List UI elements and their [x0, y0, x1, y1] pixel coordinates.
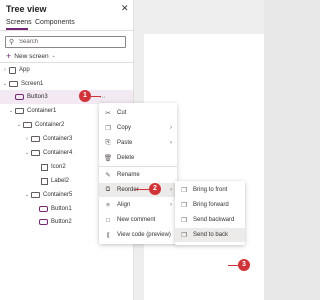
bring-forward-icon: ❐ [181, 202, 187, 209]
tree-item-label: Container1 [27, 108, 57, 114]
tab-screens[interactable]: Screens [6, 19, 32, 26]
menu-item-label: Copy [117, 125, 132, 131]
image-icon [41, 163, 48, 171]
step1-pointer [91, 96, 101, 98]
chevron-right-icon[interactable]: › [24, 136, 30, 142]
tree-item-label: Container2 [35, 122, 65, 128]
tabs-divider [0, 30, 134, 31]
tree-item-label: Screen1 [21, 81, 44, 87]
tree-item-label: Button3 [27, 94, 48, 100]
menu-item-label: Delete [117, 155, 135, 161]
scissors-icon: ✂ [105, 110, 111, 117]
menu-item-label: Paste [117, 140, 133, 146]
trash-icon: 🗑 [103, 155, 113, 162]
search-input[interactable] [19, 37, 123, 47]
tab-components[interactable]: Components [35, 19, 75, 26]
code-icon: ⟪ [106, 232, 110, 239]
label-icon [41, 177, 48, 185]
tree-item-label: Button1 [51, 206, 72, 212]
chevron-down-icon[interactable]: ⌄ [16, 122, 22, 128]
reorder-submenu: ❐ Bring to front ❐ Bring forward ❐ Send … [175, 181, 245, 245]
menu-item-copy[interactable]: ❐ Copy › [99, 121, 177, 135]
menu-item-delete[interactable]: 🗑 Delete [99, 151, 177, 165]
reorder-icon: ⧉ [105, 186, 111, 193]
comment-icon: □ [106, 216, 110, 224]
app-icon [9, 66, 16, 74]
step-badge-1: 1 [79, 90, 91, 102]
chevron-right-icon: › [170, 202, 172, 208]
menu-item-view-code[interactable]: ⟪ View code (preview) [99, 228, 177, 242]
step3-pointer [228, 265, 238, 267]
submenu-item-send-backward[interactable]: ❐ Send backward [175, 213, 245, 227]
menu-separator [99, 166, 177, 167]
submenu-item-send-to-back[interactable]: ❐ Send to back [175, 228, 245, 242]
copy-icon: ❐ [105, 125, 111, 132]
new-screen-button[interactable]: + New screen ⌄ [6, 51, 56, 61]
container-icon [31, 192, 40, 198]
submenu-item-bring-to-front[interactable]: ❐ Bring to front [175, 183, 245, 197]
button-icon [39, 219, 48, 225]
container-icon [31, 150, 40, 156]
menu-item-label: Cut [117, 110, 127, 116]
step-badge-3: 3 [238, 259, 250, 271]
tree-item-label: Container5 [43, 192, 73, 198]
menu-item-label: View code (preview) [117, 232, 171, 238]
menu-item-paste[interactable]: ⎘ Paste › [99, 136, 177, 150]
step-badge-2: 2 [149, 183, 161, 195]
tree-item-label: Label2 [51, 178, 70, 184]
menu-item-new-comment[interactable]: □ New comment [99, 213, 177, 227]
plus-icon: + [6, 51, 12, 61]
container-icon [31, 136, 40, 142]
close-icon[interactable]: ✕ [121, 3, 129, 13]
menu-item-cut[interactable]: ✂ Cut [99, 106, 177, 120]
chevron-down-icon[interactable]: ⌄ [8, 108, 14, 114]
search-box[interactable]: ⚲ [5, 36, 126, 48]
send-backward-icon: ❐ [181, 217, 187, 224]
tree-item-label: Container3 [43, 136, 73, 142]
tree-item-screen1[interactable]: ⌄ Screen1 [0, 77, 133, 91]
menu-item-label: New comment [117, 217, 156, 223]
screen-icon [9, 81, 18, 87]
step2-pointer [135, 189, 149, 191]
chevron-down-icon[interactable]: ⌄ [2, 81, 8, 87]
panel-title: Tree view [6, 4, 47, 14]
container-icon [15, 108, 24, 114]
chevron-right-icon: › [170, 187, 172, 193]
menu-item-rename[interactable]: ✎ Rename [99, 168, 177, 182]
tree-item-app[interactable]: › App [0, 63, 133, 77]
menu-item-align[interactable]: ≡ Align › [99, 198, 177, 212]
rename-icon: ✎ [105, 172, 111, 179]
tree-item-label: App [19, 67, 30, 73]
tree-item-label: Container4 [43, 150, 73, 156]
paste-icon: ⎘ [105, 139, 111, 146]
chevron-down-icon: ⌄ [51, 53, 56, 59]
menu-item-label: Send backward [193, 217, 235, 223]
chevron-right-icon: › [170, 125, 172, 131]
container-icon [23, 122, 32, 128]
tree-item-label: Button2 [51, 219, 72, 225]
menu-item-label: Bring to front [193, 187, 228, 193]
search-icon: ⚲ [9, 39, 15, 46]
send-to-back-icon: ❐ [181, 232, 187, 239]
menu-item-label: Rename [117, 172, 140, 178]
chevron-down-icon[interactable]: ⌄ [24, 150, 30, 156]
new-screen-label: New screen [14, 52, 49, 60]
submenu-item-bring-forward[interactable]: ❐ Bring forward [175, 198, 245, 212]
chevron-down-icon[interactable]: ⌄ [24, 192, 30, 198]
menu-item-label: Align [117, 202, 131, 208]
bring-to-front-icon: ❐ [181, 187, 187, 194]
chevron-right-icon: › [170, 140, 172, 146]
menu-item-label: Bring forward [193, 202, 229, 208]
button-icon [39, 206, 48, 212]
tree-item-button3[interactable]: Button3 ··· [0, 90, 133, 104]
chevron-right-icon[interactable]: › [2, 67, 8, 73]
menu-item-label: Send to back [193, 232, 229, 238]
align-icon: ≡ [106, 201, 110, 209]
button-icon [15, 94, 24, 100]
tree-item-label: Icon2 [51, 164, 66, 170]
context-menu: ✂ Cut ❐ Copy › ⎘ Paste › 🗑 Delete ✎ Rena… [99, 103, 177, 244]
